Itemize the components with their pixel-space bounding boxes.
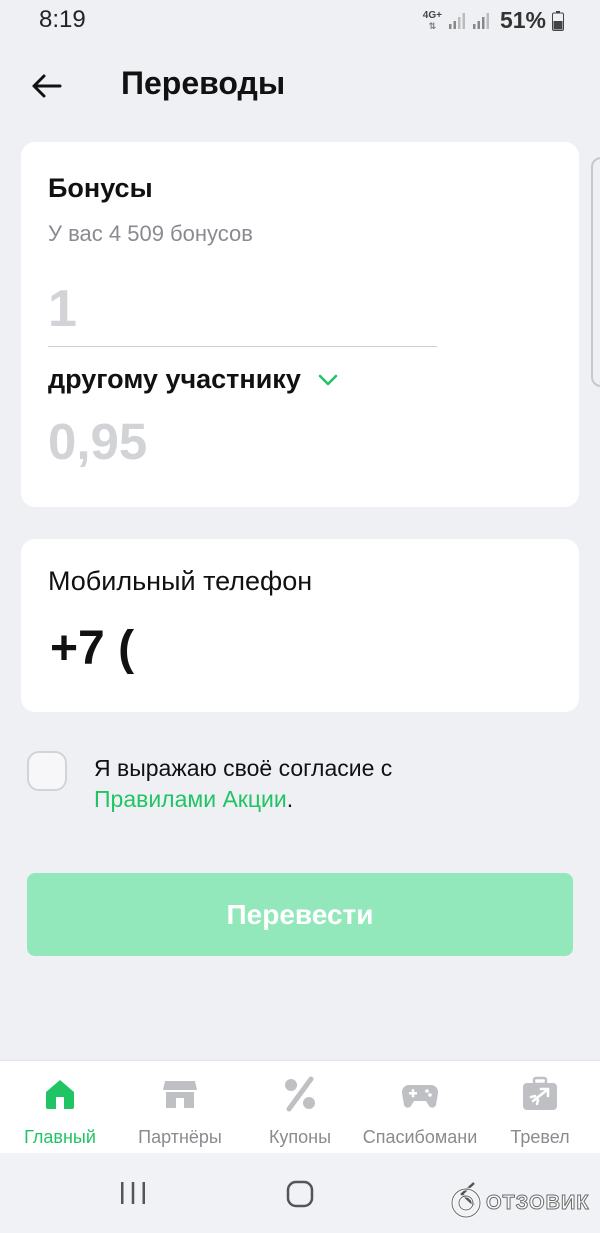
nav-label-travel: Тревел [510,1127,570,1147]
recent-apps-icon[interactable] [119,1181,147,1205]
phone-title: Мобильный телефон [48,566,313,596]
recipient-type-label: другому участнику [48,364,301,394]
battery-percent: 51% [499,7,546,33]
converted-value: 0,95 [48,413,148,470]
battery-icon [552,10,564,31]
watermark-text: ОТЗОВИК [486,1191,590,1214]
status-bar: 8:19 4G+ ⇅ 51% [0,0,600,42]
consent-text-main: Я выражаю своё согласие с [94,755,393,781]
status-time: 8:19 [39,6,86,33]
nav-item-travel[interactable]: Тревел [500,1061,580,1154]
bonus-balance: У вас 4 509 бонусов [48,221,253,246]
phone-card: Мобильный телефон +7 ( [21,539,579,712]
nav-item-home[interactable]: Главный [20,1061,100,1154]
suitcase-plane-icon [523,1076,557,1110]
transfer-button[interactable]: Перевести [27,873,573,956]
consent-checkbox[interactable] [27,751,67,791]
otzovik-watermark: ОТЗОВИК [450,1187,590,1219]
signal-icon [448,12,465,29]
nav-label-spasibomani: Спасибомани [362,1127,478,1147]
consent-text-suffix: . [286,786,294,812]
header: Переводы [0,55,600,119]
signal-icon-2 [472,12,489,29]
nav-label-partners: Партнёры [138,1127,222,1147]
bonus-title: Бонусы [48,173,153,203]
nav-item-coupons[interactable]: Купоны [260,1061,340,1154]
chevron-down-icon [318,374,338,385]
nav-label-home: Главный [24,1127,96,1147]
status-indicators: 4G+ ⇅ 51% [423,7,564,34]
nav-item-spasibomani[interactable]: Спасибомани [355,1061,485,1154]
otzovik-logo-icon [450,1187,482,1219]
network-type-icon: 4G+ ⇅ [422,9,442,31]
phone-input[interactable]: +7 ( [50,621,134,676]
percent-icon [285,1076,315,1112]
transfers-screen: 8:19 4G+ ⇅ 51% Переводы Бонусы У вас 4 5… [0,0,600,1233]
bonus-card: Бонусы У вас 4 509 бонусов 1 другому уча… [21,142,579,507]
gamepad-icon [401,1084,439,1108]
network-type-label: 4G+ [422,9,442,21]
bonus-amount-input[interactable]: 1 [48,275,437,347]
side-scroll-handle[interactable] [591,157,600,387]
system-nav-bar: ОТЗОВИК [0,1153,600,1233]
back-arrow-icon[interactable] [30,69,64,103]
page-title: Переводы [121,65,286,101]
nav-label-coupons: Купоны [268,1127,332,1147]
recipient-type-select[interactable]: другому участнику [48,364,339,395]
bottom-nav: Главный Партнёры Купоны Спасибомани Трев… [0,1060,600,1153]
rules-link[interactable]: Правилами Акции [94,786,287,812]
consent-text: Я выражаю своё согласие с Правилами Акци… [94,753,514,815]
store-icon [163,1081,197,1108]
home-button-icon[interactable] [286,1180,314,1208]
nav-item-partners[interactable]: Партнёры [130,1061,230,1154]
home-icon [46,1080,74,1109]
